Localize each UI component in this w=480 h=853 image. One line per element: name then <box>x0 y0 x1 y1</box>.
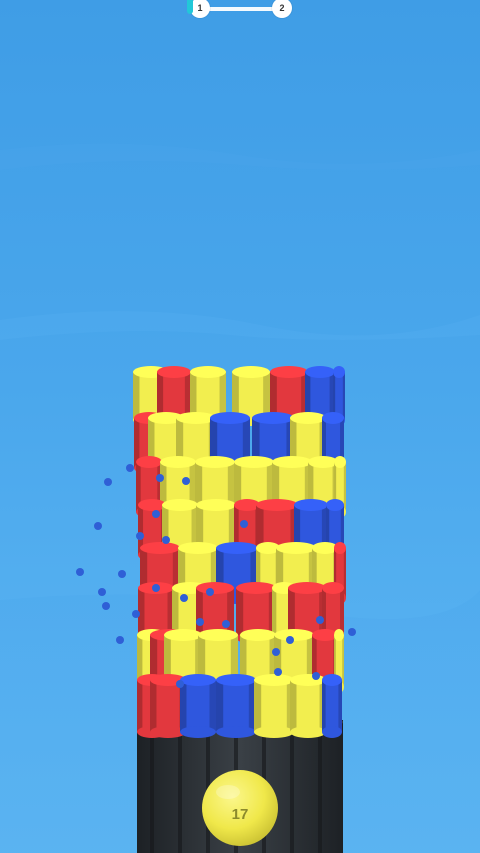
tower-block-blue[interactable] <box>180 674 216 738</box>
particle <box>176 680 184 688</box>
particle <box>312 672 320 680</box>
progress-track <box>200 7 282 11</box>
yellow-ball-icon[interactable] <box>202 770 278 846</box>
particle <box>76 568 84 576</box>
particle <box>132 610 140 618</box>
particle <box>98 588 106 596</box>
particle <box>162 536 170 544</box>
particle <box>180 594 188 602</box>
particle <box>348 628 356 636</box>
particle <box>222 620 230 628</box>
current-level-marker <box>187 0 193 14</box>
particle <box>182 477 190 485</box>
particle <box>274 668 282 676</box>
game-scene[interactable] <box>0 0 480 853</box>
particle <box>152 584 160 592</box>
particle <box>116 636 124 644</box>
base-groove <box>178 735 182 853</box>
particle <box>136 532 144 540</box>
base-groove <box>290 735 294 853</box>
tower-block-blue[interactable] <box>216 674 256 738</box>
particle <box>152 510 160 518</box>
particle <box>94 522 102 530</box>
current-level-badge: 1 <box>190 0 210 18</box>
tower-block-yellow[interactable] <box>290 674 326 738</box>
particle <box>286 636 294 644</box>
tower[interactable] <box>133 366 346 738</box>
game-viewport[interactable]: 1 2 17 <box>0 0 480 853</box>
particle <box>118 570 126 578</box>
current-level-number: 1 <box>197 3 203 13</box>
base-groove <box>318 735 322 853</box>
particle <box>126 464 134 472</box>
particle <box>102 602 110 610</box>
next-level-number: 2 <box>279 3 285 13</box>
next-level-badge: 2 <box>272 0 292 18</box>
level-progress: 1 2 <box>187 0 292 18</box>
tower-block-yellow[interactable] <box>254 674 294 738</box>
particle <box>206 588 214 596</box>
particle <box>196 618 204 626</box>
base-groove <box>150 735 154 853</box>
particle <box>156 474 164 482</box>
tower-block-blue[interactable] <box>322 674 342 738</box>
particle <box>272 648 280 656</box>
particle <box>104 478 112 486</box>
particle <box>240 520 248 528</box>
particle <box>316 616 324 624</box>
